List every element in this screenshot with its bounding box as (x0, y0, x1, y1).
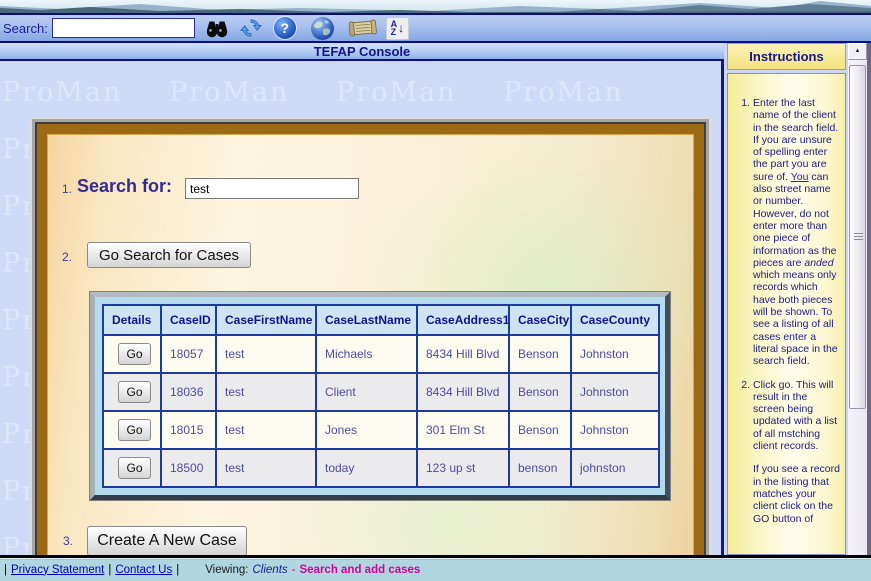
tefap-console-window: Search: ? (0, 0, 871, 581)
instructions-panel: 1. Enter the last name of the client in … (727, 73, 846, 555)
cell-city: benson (509, 449, 571, 487)
cell-address1: 8434 Hill Blvd (417, 335, 509, 373)
viewing-section: Clients (252, 564, 287, 576)
instruction-item-2: 2. Click go. This will result in the scr… (739, 379, 840, 453)
cell-city: Benson (509, 411, 571, 449)
cell-city: Benson (509, 373, 571, 411)
separator-pipe: | (176, 564, 179, 576)
cell-county: Johnston (571, 373, 659, 411)
instruction-1-text: Enter the last name of the client in the… (753, 97, 840, 368)
page-title: TEFAP Console (314, 44, 411, 59)
column-header-county: CaseCounty (571, 305, 659, 335)
column-header-details: Details (103, 305, 161, 335)
cell-county: johnston (571, 449, 659, 487)
cell-last-name: today (316, 449, 417, 487)
results-table-frame: Details CaseID CaseFirstName CaseLastNam… (90, 292, 670, 500)
cell-case-id: 18036 (161, 373, 216, 411)
instructions-header: Instructions (727, 43, 846, 70)
separator-pipe: | (4, 564, 7, 576)
cell-address1: 301 Elm St (417, 411, 509, 449)
scrollbar-thumb[interactable] (849, 65, 866, 409)
separator-pipe: | (108, 564, 111, 576)
console-header-bar: TEFAP Console (0, 43, 724, 61)
scrollbar-grip-icon (854, 233, 863, 241)
sort-down-arrow-icon: ↓ (398, 22, 404, 34)
viewing-label: Viewing: (205, 564, 248, 576)
cell-county: Johnston (571, 411, 659, 449)
row-go-button[interactable]: Go (118, 343, 151, 365)
cell-address1: 123 up st (417, 449, 509, 487)
step-3-number: 3. (63, 534, 73, 548)
column-header-lastname: CaseLastName (316, 305, 417, 335)
instruction-1-number: 1. (739, 97, 753, 368)
mountain-photo-image (0, 0, 871, 13)
instruction-2-number: 2. (739, 379, 753, 453)
table-row: Go 18057 test Michaels 8434 Hill Blvd Be… (103, 335, 659, 373)
binoculars-find-icon[interactable] (205, 19, 229, 38)
column-header-address1: CaseAddress1 (417, 305, 509, 335)
cell-county: Johnston (571, 335, 659, 373)
scrollbar-up-arrow-icon[interactable]: ▲ (848, 43, 867, 60)
toolbar-search-label: Search: (3, 21, 48, 36)
instruction-2-continued-text: If you see a record in the listing that … (753, 463, 840, 524)
refresh-icon[interactable] (239, 17, 263, 39)
main-content-area: ProMan ProMan ProMan ProMan ProMan ProMa… (0, 61, 724, 555)
contact-us-link[interactable]: Contact Us (115, 564, 172, 576)
step-2-number: 2. (62, 250, 72, 264)
viewing-page: Search and add cases (299, 564, 420, 576)
step-1-number: 1. (62, 182, 72, 196)
vertical-scrollbar[interactable]: ▲ (848, 43, 867, 555)
cell-last-name: Jones (316, 411, 417, 449)
go-search-for-cases-button[interactable]: Go Search for Cases (87, 242, 251, 268)
instruction-item-1: 1. Enter the last name of the client in … (739, 97, 840, 368)
toolbar-search-input[interactable] (52, 18, 195, 38)
report-scroll-icon[interactable] (346, 17, 378, 40)
table-row: Go 18036 test Client 8434 Hill Blvd Bens… (103, 373, 659, 411)
cell-case-id: 18015 (161, 411, 216, 449)
column-header-firstname: CaseFirstName (216, 305, 316, 335)
cell-first-name: test (216, 335, 316, 373)
cell-address1: 8434 Hill Blvd (417, 373, 509, 411)
you-link[interactable]: You (791, 171, 809, 183)
cell-first-name: test (216, 373, 316, 411)
table-header-row: Details CaseID CaseFirstName CaseLastNam… (103, 305, 659, 335)
cell-case-id: 18500 (161, 449, 216, 487)
status-bar: | Privacy Statement | Contact Us | Viewi… (0, 555, 871, 581)
row-go-button[interactable]: Go (118, 419, 151, 441)
instruction-item-2-continued: If you see a record in the listing that … (739, 463, 840, 524)
cell-first-name: test (216, 449, 316, 487)
toolbar: Search: ? (0, 13, 871, 43)
table-row: Go 18015 test Jones 301 Elm St Benson Jo… (103, 411, 659, 449)
instructions-title: Instructions (749, 49, 823, 64)
mountain-photo-banner (0, 0, 871, 13)
column-header-caseid: CaseID (161, 305, 216, 335)
column-header-city: CaseCity (509, 305, 571, 335)
row-go-button[interactable]: Go (118, 457, 151, 479)
case-results-table: Details CaseID CaseFirstName CaseLastNam… (102, 304, 660, 488)
instruction-2-text: Click go. This will result in the screen… (753, 379, 840, 453)
help-icon[interactable]: ? (274, 17, 296, 39)
cell-city: Benson (509, 335, 571, 373)
window-right-edge (867, 43, 871, 555)
viewing-dash: - (292, 564, 296, 576)
create-new-case-button[interactable]: Create A New Case (87, 526, 247, 555)
case-search-panel: 1. Search for: 2. Go Search for Cases De… (37, 124, 704, 555)
search-for-label: Search for: (77, 176, 172, 197)
globe-icon[interactable] (311, 17, 334, 40)
sort-az-letters: AZ (391, 20, 398, 36)
cell-case-id: 18057 (161, 335, 216, 373)
cell-last-name: Michaels (316, 335, 417, 373)
privacy-statement-link[interactable]: Privacy Statement (11, 564, 104, 576)
table-row: Go 18500 test today 123 up st benson joh… (103, 449, 659, 487)
cell-first-name: test (216, 411, 316, 449)
row-go-button[interactable]: Go (118, 381, 151, 403)
sort-az-icon[interactable]: AZ ↓ (386, 17, 409, 40)
cell-last-name: Client (316, 373, 417, 411)
case-search-input[interactable] (185, 178, 359, 199)
